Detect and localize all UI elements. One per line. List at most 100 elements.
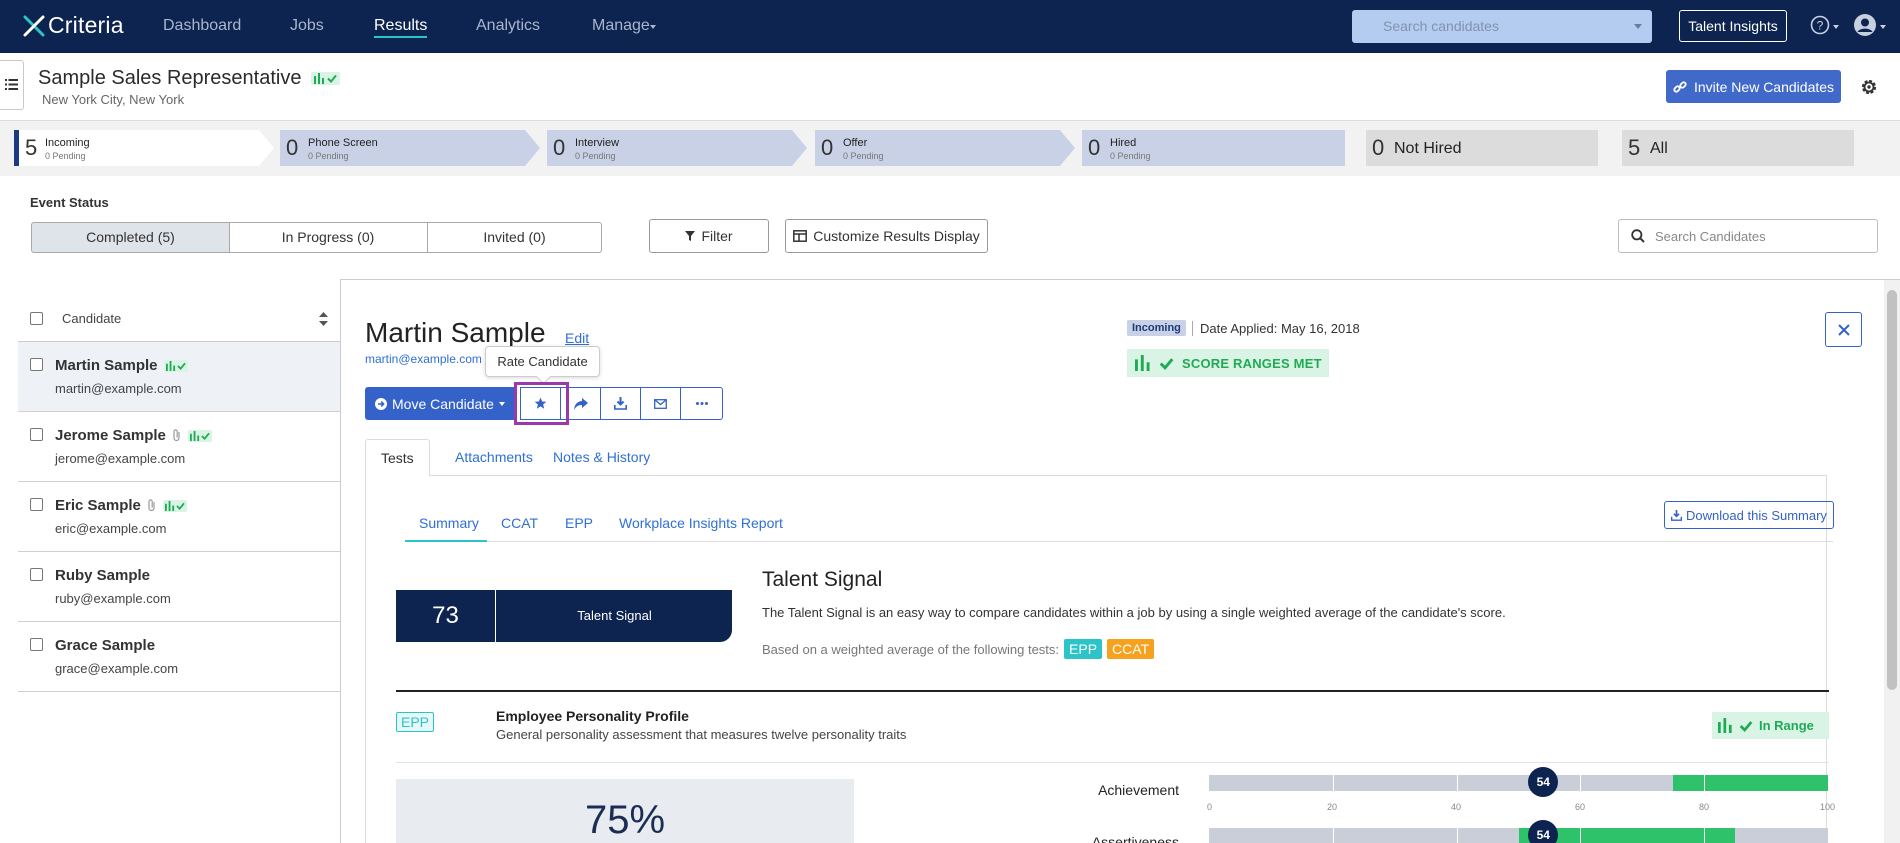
candidate-checkbox[interactable] (30, 638, 43, 651)
select-all-checkbox[interactable] (30, 312, 43, 325)
bar-chart-icon (189, 430, 199, 441)
filter-label: Filter (701, 228, 733, 244)
move-candidate-button[interactable]: Move Candidate (365, 387, 515, 420)
candidate-checkbox[interactable] (30, 498, 43, 511)
talent-signal-score: 73 (396, 590, 496, 642)
tab-attachments[interactable]: Attachments (440, 439, 548, 476)
bar-chart-icon (314, 73, 325, 84)
stage-pending: 0 Pending (843, 151, 884, 161)
sidebar-toggle-button[interactable] (0, 60, 24, 110)
bar-gridline (1456, 828, 1458, 843)
score-ranges-met-label: SCORE RANGES MET (1182, 355, 1322, 371)
bar-gridline (1332, 828, 1334, 843)
scrollbar-thumb[interactable] (1887, 290, 1897, 690)
tab-notes-history[interactable]: Notes & History (538, 439, 665, 476)
candidate-row[interactable]: Jerome Sample jerome@example.com (18, 412, 340, 482)
bar-gridline (1332, 775, 1334, 791)
top-search-input[interactable]: Search candidates (1352, 10, 1652, 43)
based-on-text: Based on a weighted average of the follo… (762, 641, 1060, 657)
move-candidate-caret-icon (498, 401, 505, 406)
candidate-row[interactable]: Martin Sample martin@example.com (18, 342, 340, 412)
email-button[interactable] (640, 387, 681, 420)
invite-candidates-button[interactable]: Invite New Candidates (1666, 70, 1841, 103)
axis-tick: 40 (1451, 802, 1462, 812)
axis-tick: 60 (1575, 802, 1586, 812)
candidate-detail-email[interactable]: martin@example.com (365, 352, 482, 366)
nav-results[interactable]: Results (374, 17, 428, 38)
axis-tick: 20 (1327, 802, 1338, 812)
close-detail-button[interactable] (1825, 312, 1862, 347)
download-summary-button[interactable]: Download this Summary (1664, 501, 1834, 529)
detail-panel-border (340, 279, 1900, 280)
candidate-checkbox[interactable] (30, 358, 43, 371)
top-nav: Criteria Dashboard Jobs Results Analytic… (0, 0, 1900, 53)
stage-count: 0 (1088, 135, 1101, 160)
nav-jobs[interactable]: Jobs (290, 17, 324, 35)
nav-dashboard[interactable]: Dashboard (163, 17, 241, 35)
stage-not-hired[interactable]: 0 Not Hired (1366, 130, 1598, 166)
talent-insights-button[interactable]: Talent Insights (1679, 10, 1787, 42)
segment-invited[interactable]: Invited (0) (428, 222, 602, 253)
candidate-email: jerome@example.com (55, 451, 186, 466)
subtab-ccat[interactable]: CCAT (501, 515, 538, 531)
rate-candidate-tooltip: Rate Candidate (485, 346, 600, 377)
stage-all[interactable]: 5 All (1622, 130, 1854, 166)
download-icon (1671, 509, 1683, 521)
tab-tests[interactable]: Tests (365, 439, 430, 477)
stage-incoming[interactable]: 5 Incoming 0 Pending (14, 130, 274, 166)
pipeline-bar: 5 Incoming 0 Pending 0 Phone Screen 0 Pe… (0, 121, 1900, 176)
section-divider (396, 690, 1829, 692)
axis-tick: 100 (1820, 802, 1836, 812)
epp-percentile-card: 75% (396, 779, 854, 843)
edit-candidate-link[interactable]: Edit (565, 330, 589, 346)
stage-name: Interview (575, 137, 620, 149)
candidate-name-line: Jerome Sample (55, 427, 212, 444)
segment-completed[interactable]: Completed (5) (31, 222, 230, 253)
epp-test-tag: EPP (1064, 639, 1103, 659)
subtab-epp[interactable]: EPP (565, 515, 593, 531)
candidate-search-input[interactable]: Search Candidates (1618, 219, 1878, 253)
stage-count: 5 (25, 135, 38, 160)
customize-results-button[interactable]: Customize Results Display (785, 219, 988, 253)
candidate-row[interactable]: Grace Sample grace@example.com (18, 622, 340, 692)
stage-offer[interactable]: 0 Offer 0 Pending (815, 130, 1075, 166)
filter-button[interactable]: Filter (649, 219, 769, 253)
link-icon (1673, 80, 1687, 93)
candidate-checkbox[interactable] (30, 568, 43, 581)
svg-text:?: ? (1817, 19, 1824, 33)
candidate-row[interactable]: Eric Sample eric@example.com (18, 482, 340, 552)
user-avatar-icon[interactable] (1853, 13, 1877, 37)
segment-in-progress[interactable]: In Progress (0) (229, 222, 428, 253)
epp-description: General personality assessment that meas… (496, 727, 907, 742)
score-met-badge (187, 429, 212, 442)
nav-manage[interactable]: Manage (592, 17, 650, 35)
download-icon (614, 397, 627, 410)
stage-pending: 0 Pending (1110, 151, 1151, 161)
epp-title: Employee Personality Profile (496, 708, 689, 724)
check-icon (176, 502, 185, 510)
stage-interview[interactable]: 0 Interview 0 Pending (547, 130, 807, 166)
epp-badge: EPP (396, 712, 435, 732)
rate-candidate-highlight (514, 382, 569, 425)
stage-count: 5 (1628, 135, 1641, 160)
brand-logo[interactable]: Criteria (22, 12, 124, 39)
event-status-title: Event Status (30, 195, 109, 210)
candidate-name-line: Ruby Sample (55, 567, 150, 584)
nav-analytics[interactable]: Analytics (476, 17, 540, 35)
sort-icon[interactable] (319, 312, 328, 326)
job-title: Sample Sales Representative (38, 67, 341, 90)
candidate-checkbox[interactable] (30, 428, 43, 441)
candidate-name-line: Martin Sample (55, 357, 188, 374)
talent-signal-description: The Talent Signal is an easy way to comp… (762, 605, 1506, 620)
stage-phone-screen[interactable]: 0 Phone Screen 0 Pending (280, 130, 540, 166)
detail-scrollbar[interactable] (1884, 280, 1900, 843)
more-actions-button[interactable] (680, 387, 723, 420)
candidate-row[interactable]: Ruby Sample ruby@example.com (18, 552, 340, 622)
candidate-name: Ruby Sample (55, 567, 151, 584)
stage-hired[interactable]: 0 Hired 0 Pending (1082, 130, 1345, 166)
help-icon[interactable]: ? (1810, 15, 1830, 35)
download-button[interactable] (600, 387, 641, 420)
settings-gear-icon[interactable] (1859, 77, 1879, 97)
subtab-summary[interactable]: Summary (419, 515, 479, 531)
subtab-workplace-insights[interactable]: Workplace Insights Report (619, 515, 783, 531)
